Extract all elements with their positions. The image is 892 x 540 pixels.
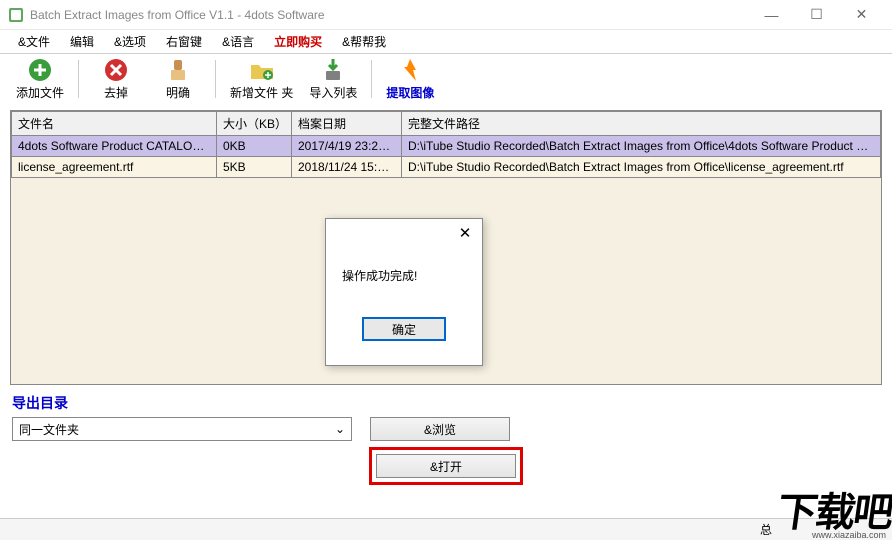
folder-plus-icon: [249, 57, 275, 83]
export-select-value: 同一文件夹: [19, 421, 79, 438]
remove-icon: [103, 57, 129, 83]
clear-label: 明确: [166, 84, 190, 101]
add-icon: [27, 57, 53, 83]
dialog-titlebar: ✕: [326, 219, 482, 247]
dialog-ok-button[interactable]: 确定: [362, 317, 446, 341]
export-title: 导出目录: [12, 393, 880, 413]
dialog-close-button[interactable]: ✕: [454, 222, 476, 244]
close-button[interactable]: ✕: [839, 0, 884, 30]
cell-size: 5KB: [217, 157, 292, 178]
header-filename[interactable]: 文件名: [12, 112, 217, 136]
toolbar: 添加文件 去掉 明确 新增文件 夹 导入列表 提取图像: [0, 54, 892, 104]
status-total-label: 总: [760, 521, 772, 538]
cell-size: 0KB: [217, 136, 292, 157]
extract-images-button[interactable]: 提取图像: [380, 55, 440, 103]
cell-path: D:\iTube Studio Recorded\Batch Extract I…: [402, 157, 881, 178]
menu-help[interactable]: &帮帮我: [332, 30, 396, 53]
dialog-message: 操作成功完成!: [326, 247, 482, 309]
statusbar: 总: [0, 518, 892, 540]
header-date[interactable]: 档案日期: [292, 112, 402, 136]
cell-filename: 4dots Software Product CATALOG.url: [12, 136, 217, 157]
menu-options[interactable]: &选项: [104, 30, 156, 53]
file-table: 文件名 大小（KB） 档案日期 完整文件路径 4dots Software Pr…: [11, 111, 881, 178]
add-file-button[interactable]: 添加文件: [10, 55, 70, 103]
menu-buy[interactable]: 立即购买: [264, 30, 332, 53]
import-list-label: 导入列表: [309, 84, 357, 101]
import-list-button[interactable]: 导入列表: [303, 55, 363, 103]
new-folder-label: 新增文件 夹: [230, 84, 293, 101]
titlebar: Batch Extract Images from Office V1.1 - …: [0, 0, 892, 30]
menu-rightkey[interactable]: 右窗键: [156, 30, 212, 53]
separator: [215, 60, 216, 98]
new-folder-button[interactable]: 新增文件 夹: [224, 55, 299, 103]
add-file-label: 添加文件: [16, 84, 64, 101]
table-row[interactable]: 4dots Software Product CATALOG.url 0KB 2…: [12, 136, 881, 157]
open-button-highlight: &打开: [369, 447, 523, 485]
remove-label: 去掉: [104, 84, 128, 101]
header-path[interactable]: 完整文件路径: [402, 112, 881, 136]
menu-edit[interactable]: 编辑: [60, 30, 104, 53]
table-header-row: 文件名 大小（KB） 档案日期 完整文件路径: [12, 112, 881, 136]
cell-date: 2018/11/24 15:40:24: [292, 157, 402, 178]
success-dialog: ✕ 操作成功完成! 确定: [325, 218, 483, 366]
table-row[interactable]: license_agreement.rtf 5KB 2018/11/24 15:…: [12, 157, 881, 178]
window-controls: — ☐ ✕: [749, 0, 884, 30]
dialog-footer: 确定: [326, 309, 482, 349]
remove-button[interactable]: 去掉: [87, 55, 145, 103]
menubar: &文件 编辑 &选项 右窗键 &语言 立即购买 &帮帮我: [0, 30, 892, 54]
menu-language[interactable]: &语言: [212, 30, 264, 53]
menu-file[interactable]: &文件: [8, 30, 60, 53]
open-button[interactable]: &打开: [376, 454, 516, 478]
extract-images-label: 提取图像: [386, 84, 434, 101]
minimize-button[interactable]: —: [749, 0, 794, 30]
extract-icon: [397, 57, 423, 83]
import-icon: [320, 57, 346, 83]
clear-button[interactable]: 明确: [149, 55, 207, 103]
header-size[interactable]: 大小（KB）: [217, 112, 292, 136]
window-title: Batch Extract Images from Office V1.1 - …: [30, 8, 749, 22]
export-section: 导出目录 同一文件夹 ⌄ &浏览 &打开: [0, 389, 892, 493]
chevron-down-icon: ⌄: [335, 422, 345, 436]
separator: [78, 60, 79, 98]
cell-filename: license_agreement.rtf: [12, 157, 217, 178]
cell-path: D:\iTube Studio Recorded\Batch Extract I…: [402, 136, 881, 157]
cell-date: 2017/4/19 23:20:56: [292, 136, 402, 157]
app-icon: [8, 7, 24, 23]
maximize-button[interactable]: ☐: [794, 0, 839, 30]
clear-icon: [165, 57, 191, 83]
separator: [371, 60, 372, 98]
browse-button[interactable]: &浏览: [370, 417, 510, 441]
export-folder-select[interactable]: 同一文件夹 ⌄: [12, 417, 352, 441]
